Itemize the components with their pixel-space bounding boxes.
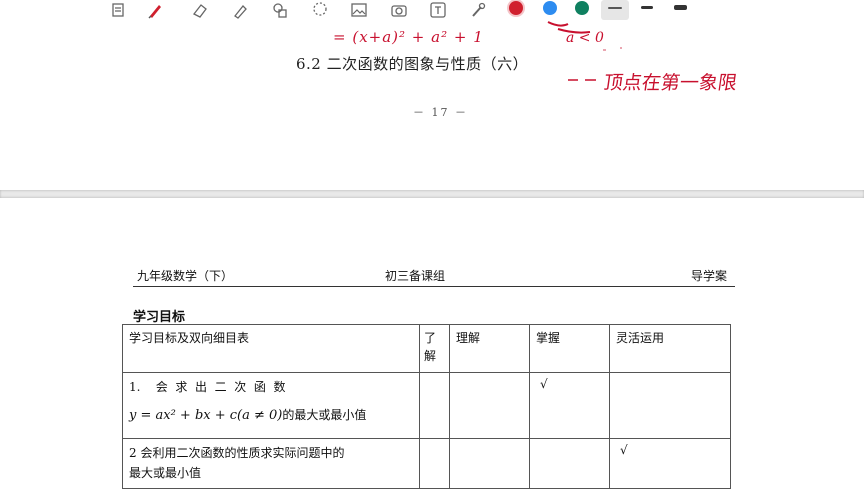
camera-icon[interactable] (387, 0, 411, 20)
header-cell-comprehend: 理解 (449, 324, 530, 373)
learning-goals-table: 学习目标及双向细目表 了解 理解 掌握 灵活运用 1. 会 求 出 二 次 函 … (122, 324, 731, 489)
eraser-icon[interactable] (188, 0, 212, 20)
text-icon[interactable] (426, 0, 450, 20)
color-blue-swatch[interactable] (543, 1, 557, 15)
file-icon[interactable] (106, 0, 130, 20)
header-doc-type: 导学案 (690, 269, 727, 283)
mark-cell-master-check: √ (529, 372, 610, 439)
goal-1-prefix: 1. 会 求 出 二 次 函 数 (129, 380, 286, 394)
pen-icon[interactable] (143, 0, 167, 20)
goal-2-line-1: 2 会利用二次函数的性质求实际问题中的 (129, 446, 345, 460)
goal-cell-1: 1. 会 求 出 二 次 函 数 y = ax² + bx + c(a ≠ 0)… (122, 372, 420, 439)
header-cell-understand-basic: 了解 (419, 324, 450, 373)
goal-cell-2: 2 会利用二次函数的性质求实际问题中的 最大或最小值 (122, 438, 420, 489)
handwritten-formula: = (x+a)² + a² + 1 (333, 28, 484, 46)
learning-goals-heading: 学习目标 (133, 310, 186, 325)
header-group: 初三备课组 (385, 269, 446, 283)
stroke-thin-button[interactable] (608, 7, 622, 9)
annotation-toolbar (0, 0, 864, 22)
mark-cell (449, 438, 530, 489)
header-understand-basic-text: 了解 (424, 331, 437, 363)
mark-cell (419, 372, 450, 439)
goal-1-suffix: 的最大或最小值 (282, 408, 367, 422)
mark-cell (529, 438, 610, 489)
page-header: 九年级数学（下） 初三备课组 导学案 (133, 264, 735, 287)
stroke-medium-button[interactable] (641, 6, 653, 9)
image-icon[interactable] (347, 0, 371, 20)
table-row: 1. 会 求 出 二 次 函 数 y = ax² + bx + c(a ≠ 0)… (122, 372, 731, 439)
selected-stroke-highlight (601, 0, 629, 20)
mark-cell (449, 372, 530, 439)
handwritten-note: 顶点在第一象限 (602, 72, 739, 94)
mark-cell (609, 372, 731, 439)
header-cell-master: 掌握 (529, 324, 610, 373)
header-cell-flexible-use: 灵活运用 (609, 324, 731, 373)
mark-cell (419, 438, 450, 489)
mark-cell-flexible-check: √ (609, 438, 731, 489)
page-separator (0, 190, 864, 198)
lasso-icon[interactable] (308, 0, 332, 20)
stroke-thick-button[interactable] (674, 5, 687, 10)
laser-pointer-icon[interactable] (466, 0, 490, 20)
color-green-swatch[interactable] (575, 1, 589, 15)
goal-1-formula: y = ax² + bx + c(a ≠ 0) (129, 408, 283, 423)
document-page-current: 九年级数学（下） 初三备课组 导学案 学习目标 学习目标及双向细目表 了解 理解… (0, 198, 864, 489)
handwritten-condition: a < 0 (566, 30, 604, 46)
shapes-icon[interactable] (268, 0, 292, 20)
table-row: 2 会利用二次函数的性质求实际问题中的 最大或最小值 √ (122, 438, 731, 489)
highlighter-icon[interactable] (228, 0, 252, 20)
goal-1-formula-line: y = ax² + bx + c(a ≠ 0)的最大或最小值 (129, 405, 413, 426)
table-header-row: 学习目标及双向细目表 了解 理解 掌握 灵活运用 (122, 324, 731, 373)
header-subject: 九年级数学（下） (137, 269, 234, 283)
goal-2-line-2: 最大或最小值 (129, 466, 202, 480)
document-page-previous: 6.2 二次函数的图象与性质（六） － 17 － = (x+a)² + a² +… (0, 20, 864, 190)
color-red-swatch[interactable] (509, 1, 523, 15)
header-cell-goal: 学习目标及双向细目表 (122, 324, 420, 373)
